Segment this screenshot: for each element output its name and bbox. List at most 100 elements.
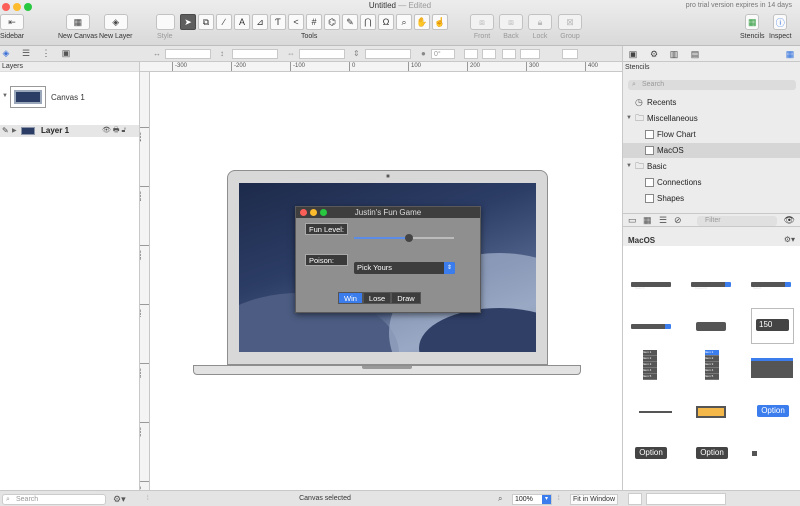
slider-knob[interactable] bbox=[405, 234, 413, 242]
fun-level-slider[interactable] bbox=[354, 234, 454, 242]
x-field[interactable] bbox=[165, 49, 211, 59]
tag-icon[interactable]: ⊘ bbox=[674, 215, 682, 226]
tool-magnet-icon[interactable]: Ω bbox=[378, 14, 394, 30]
style-button[interactable] bbox=[156, 14, 175, 30]
stencil-folder-misc[interactable]: ▼ 🗀︎ Miscellaneous bbox=[623, 111, 800, 126]
stencil-stepper[interactable] bbox=[696, 322, 726, 331]
gear-icon[interactable]: ⚙▾ bbox=[784, 235, 795, 244]
grid-view-icon[interactable]: ▦ bbox=[643, 215, 652, 226]
layer-visibility-icons[interactable]: 👁︎🖶🔓︎ bbox=[102, 126, 128, 137]
front-button[interactable]: ⧈ Front bbox=[470, 14, 494, 40]
list-icon[interactable]: ☰ bbox=[20, 48, 32, 59]
poison-popup[interactable]: Pick Yours ⇕ bbox=[354, 262, 455, 274]
align-button[interactable] bbox=[502, 49, 516, 59]
list-view-icon[interactable]: ☰ bbox=[659, 215, 667, 226]
outcome-segmented-control[interactable]: Win Lose Draw bbox=[338, 292, 421, 304]
stencil-preview-toggle[interactable] bbox=[628, 493, 642, 505]
stencil-separator[interactable] bbox=[639, 411, 672, 413]
preview-icon[interactable]: ▭ bbox=[628, 215, 637, 226]
layers-icon[interactable]: ◈ bbox=[0, 48, 12, 59]
segment-lose-button[interactable]: Lose bbox=[362, 292, 392, 304]
stencil-flow-chart[interactable]: Flow Chart bbox=[623, 127, 800, 142]
tool-bezier-icon[interactable]: ⋂ bbox=[360, 14, 376, 30]
segment-draw-button[interactable]: Draw bbox=[391, 292, 421, 304]
inspect-button[interactable]: ⓘ Inspect bbox=[769, 14, 792, 40]
size-button[interactable] bbox=[562, 49, 578, 59]
zoom-select[interactable]: 100% ▾ bbox=[512, 494, 552, 505]
settings-tab-icon[interactable]: ⚙ bbox=[648, 48, 660, 60]
drawing-canvas[interactable]: Justin's Fun Game Fun Level: Poison: Pic… bbox=[150, 72, 622, 490]
laptop-lid[interactable]: Justin's Fun Game Fun Level: Poison: Pic… bbox=[227, 170, 548, 365]
document-tab-icon[interactable]: ▣ bbox=[627, 48, 639, 60]
stencil-option-button[interactable]: Option bbox=[696, 447, 728, 459]
stencil-option-button[interactable]: Option bbox=[635, 447, 667, 459]
status-bar: ⌕ Search ⚙▾ ⦙ Canvas selected ⌕ 100% ▾ ⦙… bbox=[0, 490, 800, 506]
stencil-color-well[interactable] bbox=[696, 406, 726, 418]
tool-shape-icon[interactable]: ⊿ bbox=[252, 14, 268, 30]
tool-line-icon[interactable]: ∕ bbox=[216, 14, 232, 30]
y-field[interactable] bbox=[232, 49, 278, 59]
tool-select-icon[interactable]: ➤ bbox=[180, 14, 196, 30]
disclosure-down-icon[interactable]: ▼ bbox=[2, 93, 8, 99]
game-window[interactable]: Justin's Fun Game Fun Level: Poison: Pic… bbox=[295, 206, 481, 313]
disclosure-right-icon[interactable]: ▶ bbox=[12, 127, 17, 134]
flip-h-button[interactable] bbox=[464, 49, 478, 59]
eye-icon[interactable]: 👁︎ bbox=[784, 215, 795, 226]
tool-diagram-icon[interactable]: ⌬ bbox=[324, 14, 340, 30]
new-canvas-button[interactable]: ▦ New Canvas bbox=[58, 14, 98, 40]
tool-table-icon[interactable]: # bbox=[306, 14, 322, 30]
laptop-screen[interactable]: Justin's Fun Game Fun Level: Poison: Pic… bbox=[239, 183, 536, 352]
stencil-list-selected[interactable]: Item 1 Item 2 Item 3 Item 4 Item 5 bbox=[705, 350, 719, 380]
canvas-item[interactable]: ▼ Canvas 1 bbox=[0, 84, 139, 110]
flip-v-button[interactable] bbox=[482, 49, 496, 59]
tool-rubber-band-icon[interactable]: ⧉ bbox=[198, 14, 214, 30]
stencil-recents[interactable]: ◷ Recents bbox=[623, 95, 800, 110]
tool-zoom-icon[interactable]: ⌕ bbox=[396, 14, 412, 30]
tool-pen-icon[interactable]: ✎ bbox=[342, 14, 358, 30]
tool-text-box-icon[interactable]: Ƭ bbox=[270, 14, 286, 30]
page-tab-icon[interactable]: ▤ bbox=[689, 48, 701, 60]
width-field[interactable] bbox=[299, 49, 345, 59]
fit-in-window-button[interactable]: Fit in Window bbox=[570, 494, 619, 505]
stencils-button[interactable]: ▦ Stencils bbox=[740, 14, 765, 40]
stencil-list-view[interactable]: Item 1 Item 2 Item 3 Item 4 Item 5 bbox=[643, 350, 657, 380]
canvas-icon[interactable]: ▣ bbox=[60, 48, 72, 59]
stencil-number-stepper[interactable]: 150 bbox=[751, 308, 794, 344]
disclosure-down-icon[interactable]: ▼ bbox=[626, 159, 632, 174]
stencil-folder-basic[interactable]: ▼ 🗀︎ Basic bbox=[623, 159, 800, 174]
stencil-shapes[interactable]: Shapes bbox=[623, 191, 800, 206]
sidebar-button[interactable]: ⇤ Sidebar bbox=[0, 14, 24, 40]
back-button[interactable]: ⧈ Back bbox=[499, 14, 523, 40]
stencil-option-button-blue[interactable]: Option bbox=[757, 405, 789, 417]
angle-field[interactable]: 0° bbox=[431, 49, 455, 59]
stencil-progress-bar[interactable] bbox=[631, 324, 671, 329]
laptop-base[interactable] bbox=[193, 365, 581, 375]
layer-item[interactable]: ✎ ▶ Layer 1 👁︎🖶🔓︎ bbox=[0, 125, 139, 137]
stencils-tab-icon[interactable]: ▦ bbox=[784, 48, 796, 60]
disclosure-down-icon[interactable]: ▼ bbox=[626, 111, 632, 126]
game-window-titlebar[interactable]: Justin's Fun Game bbox=[296, 207, 480, 218]
stencil-select-field[interactable]: Select bbox=[751, 282, 791, 290]
lock-button[interactable]: 🔒︎ Lock bbox=[528, 14, 552, 40]
group-button[interactable]: ⊠ Group bbox=[558, 14, 582, 40]
height-field[interactable] bbox=[365, 49, 411, 59]
tool-link-icon[interactable]: < bbox=[288, 14, 304, 30]
tool-text-icon[interactable]: A bbox=[234, 14, 250, 30]
outline-icon[interactable]: ⋮ bbox=[40, 48, 52, 59]
stencil-search-field[interactable]: Search bbox=[631, 282, 671, 290]
stencil-macos[interactable]: MacOS bbox=[623, 143, 800, 158]
distribute-button[interactable] bbox=[520, 49, 540, 59]
stencil-search-input[interactable]: ⌕ Search bbox=[628, 80, 796, 90]
new-layer-button[interactable]: ◈ New Layer bbox=[99, 14, 132, 40]
stencil-checkbox[interactable] bbox=[752, 451, 757, 456]
stencil-table-view[interactable] bbox=[751, 358, 793, 378]
stencil-filter-input[interactable]: Filter bbox=[697, 216, 777, 226]
stencil-token-field[interactable]: Keyword bbox=[691, 282, 731, 290]
stencil-connections[interactable]: Connections bbox=[623, 175, 800, 190]
segment-win-button[interactable]: Win bbox=[338, 292, 363, 304]
tool-hand-icon[interactable]: ✋ bbox=[414, 14, 430, 30]
stencil-size-slider[interactable] bbox=[646, 493, 726, 505]
canvas-tab-icon[interactable]: ▥ bbox=[668, 48, 680, 60]
tool-grab-icon[interactable]: ☝ bbox=[432, 14, 448, 30]
stencil-section-title: MacOS bbox=[628, 236, 656, 245]
